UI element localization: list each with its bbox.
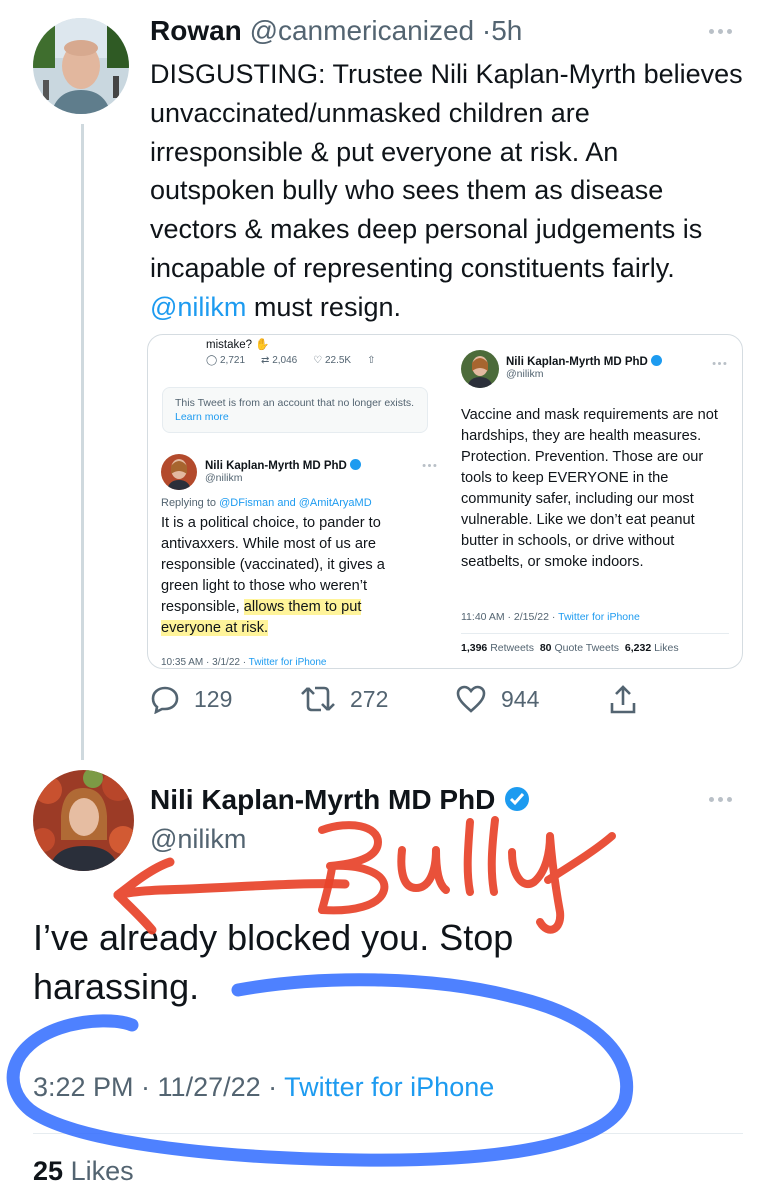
embedded-image[interactable]: mistake? ✋ ◯ 2,721 ⇄ 2,046 ♡ 22.5K ⇧ Thi… bbox=[147, 334, 743, 669]
embed-author-name-row: Nili Kaplan-Myrth MD PhD bbox=[205, 459, 362, 472]
thread-connector-line bbox=[81, 124, 84, 760]
notice-text: This Tweet is from an account that no lo… bbox=[175, 397, 415, 409]
learn-more-link: Learn more bbox=[175, 411, 229, 423]
deleted-account-notice: This Tweet is from an account that no lo… bbox=[162, 387, 428, 433]
replying-to: Replying to @DFisman and @AmitAryaMD bbox=[161, 497, 372, 509]
embed-mistake-text: mistake? ✋ bbox=[206, 339, 270, 351]
embed-time-right: 11:40 AM · 2/15/22 · bbox=[461, 611, 556, 623]
embed-like-count: 22.5K bbox=[324, 355, 352, 366]
embed-likes-label: Likes bbox=[654, 642, 679, 654]
tweet-timestamp[interactable]: 3:22 PM · 11/27/22 · bbox=[33, 1072, 277, 1102]
like-button[interactable]: 944 bbox=[455, 684, 539, 714]
author-name-row: Nili Kaplan-Myrth MD PhD bbox=[150, 784, 531, 816]
tweet-time[interactable]: 5h bbox=[491, 15, 522, 46]
avatar-rowan[interactable] bbox=[33, 18, 129, 114]
embed-author-name-right: Nili Kaplan-Myrth MD PhD bbox=[506, 356, 648, 368]
reply-button[interactable]: 129 bbox=[150, 684, 232, 714]
share-icon bbox=[610, 685, 636, 714]
tweet-text-body: DISGUSTING: Trustee Nili Kaplan-Myrth be… bbox=[150, 59, 743, 283]
embed-author-handle: @nilikm bbox=[205, 472, 243, 484]
embed-author-left: Nili Kaplan-Myrth MD PhD @nilikm bbox=[205, 459, 362, 484]
embed-author-name-row-right: Nili Kaplan-Myrth MD PhD bbox=[506, 355, 663, 368]
author-handle[interactable]: @canmericanized bbox=[250, 15, 475, 46]
retweet-count: 272 bbox=[350, 685, 389, 712]
tweet-text-end: must resign. bbox=[246, 291, 401, 322]
author-name[interactable]: Rowan bbox=[150, 15, 242, 46]
share-button[interactable] bbox=[608, 684, 638, 716]
embed-avatar-left bbox=[161, 454, 197, 490]
heart-icon: ♡ bbox=[313, 355, 323, 366]
embed-retweet-count: 2,046 bbox=[272, 355, 298, 366]
heart-icon bbox=[456, 685, 486, 713]
embed-likes-count: 6,232 bbox=[624, 642, 652, 654]
tweet-source-link[interactable]: Twitter for iPhone bbox=[284, 1072, 494, 1102]
retweet-icon bbox=[301, 686, 335, 712]
embed-footer-left: 10:35 AM · 3/1/22 · Twitter for iPhone bbox=[161, 657, 326, 668]
embed-reply: ◯ 2,721 bbox=[206, 355, 245, 366]
verified-badge-icon bbox=[350, 459, 362, 470]
embed-stats: 1,396 Retweets 80 Quote Tweets 6,232 Lik… bbox=[461, 642, 679, 654]
likes-summary[interactable]: 25 Likes bbox=[33, 1156, 134, 1187]
embed-author-name: Nili Kaplan-Myrth MD PhD bbox=[205, 460, 347, 472]
tweet1-header: Rowan @canmericanized ·5h bbox=[150, 14, 522, 48]
reply-icon bbox=[151, 686, 179, 714]
embed-avatar-right bbox=[461, 350, 499, 388]
more-options-icon[interactable] bbox=[709, 29, 732, 34]
embed-more-icon bbox=[422, 464, 437, 467]
avatar-nilikm[interactable] bbox=[33, 770, 134, 871]
embed-like: ♡ 22.5K bbox=[313, 355, 351, 366]
share-icon: ⇧ bbox=[367, 355, 376, 366]
replying-to-mentions: @DFisman and @AmitAryaMD bbox=[219, 497, 372, 509]
author-name[interactable]: Nili Kaplan-Myrth MD PhD bbox=[150, 784, 495, 815]
embed-tweet-text-right: Vaccine and mask requirements are not ha… bbox=[461, 407, 718, 570]
like-count: 944 bbox=[501, 685, 540, 712]
embed-reply-count: 2,721 bbox=[219, 355, 246, 366]
embed-divider bbox=[461, 633, 729, 634]
embed-quotes-label: Quote Tweets bbox=[554, 642, 620, 654]
embed-retweets-label: Retweets bbox=[490, 642, 534, 654]
embed-more-icon-right bbox=[712, 362, 727, 365]
retweet-icon: ⇄ bbox=[261, 355, 270, 366]
reply-icon: ◯ bbox=[206, 355, 218, 366]
embed-author-right: Nili Kaplan-Myrth MD PhD @nilikm bbox=[506, 355, 663, 380]
embed-retweets-count: 1,396 bbox=[461, 642, 488, 654]
header-separator: · bbox=[481, 15, 492, 46]
embed-retweet: ⇄ 2,046 bbox=[261, 355, 297, 366]
likes-count: 25 bbox=[33, 1156, 64, 1186]
likes-label: Likes bbox=[70, 1156, 134, 1186]
embed-tweet-text-left: It is a political choice, to pander to a… bbox=[161, 513, 406, 639]
embed-footer-right: 11:40 AM · 2/15/22 · Twitter for iPhone bbox=[461, 611, 640, 623]
embed-source-right: Twitter for iPhone bbox=[558, 611, 640, 623]
author-handle[interactable]: @nilikm bbox=[150, 824, 246, 855]
tweet-text: DISGUSTING: Trustee Nili Kaplan-Myrth be… bbox=[150, 55, 750, 327]
mention-link[interactable]: @nilikm bbox=[150, 292, 246, 322]
verified-badge-icon bbox=[651, 355, 663, 366]
embed-action-bar: ◯ 2,721 ⇄ 2,046 ♡ 22.5K ⇧ bbox=[206, 355, 376, 366]
more-options-icon[interactable] bbox=[709, 797, 732, 802]
replying-prefix: Replying to bbox=[161, 497, 217, 509]
reply-count: 129 bbox=[194, 685, 233, 712]
embed-quotes-count: 80 bbox=[539, 642, 552, 654]
embed-source-left: Twitter for iPhone bbox=[248, 657, 327, 668]
tweet-text: I’ve already blocked you. Stop harassing… bbox=[33, 917, 514, 1007]
embed-time-left: 10:35 AM · 3/1/22 · bbox=[161, 657, 247, 668]
divider bbox=[33, 1133, 743, 1134]
retweet-button[interactable]: 272 bbox=[300, 684, 388, 714]
embed-author-handle-right: @nilikm bbox=[506, 368, 544, 380]
verified-badge-icon bbox=[505, 787, 530, 811]
tweet-meta: 3:22 PM · 11/27/22 · Twitter for iPhone bbox=[33, 1072, 494, 1103]
